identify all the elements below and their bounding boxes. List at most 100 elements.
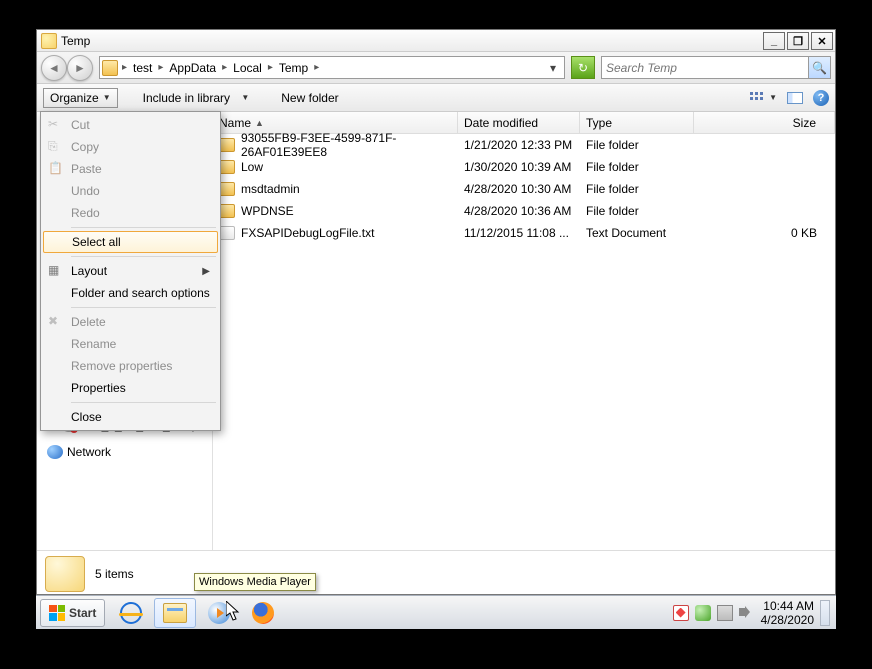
menu-close[interactable]: Close <box>43 406 218 428</box>
start-label: Start <box>69 606 96 620</box>
sidebar-item-network[interactable]: Network <box>37 442 212 461</box>
file-date: 1/21/2020 12:33 PM <box>464 138 586 152</box>
file-date: 1/30/2020 10:39 AM <box>464 160 586 174</box>
submenu-arrow-icon: ▶ <box>202 266 210 277</box>
organize-button[interactable]: Organize▼ <box>43 88 118 108</box>
address-bar-row: ◄ ► ▸ test ▸ AppData ▸ Local ▸ Temp ▸ ▾ … <box>37 52 835 84</box>
refresh-button[interactable]: ↻ <box>571 56 595 79</box>
folder-icon <box>219 160 235 174</box>
clock-time: 10:44 AM <box>761 599 814 613</box>
file-row[interactable]: WPDNSE4/28/2020 10:36 AMFile folder <box>213 200 835 222</box>
file-row[interactable]: Low1/30/2020 10:39 AMFile folder <box>213 156 835 178</box>
column-name[interactable]: Name▲ <box>213 112 458 133</box>
menu-paste[interactable]: 📋Paste <box>43 158 218 180</box>
menu-delete[interactable]: ✖Delete <box>43 311 218 333</box>
network-icon <box>47 445 63 459</box>
file-type: File folder <box>586 138 700 152</box>
menu-cut[interactable]: ✂Cut <box>43 114 218 136</box>
file-name: 93055FB9-F3EE-4599-871F-26AF01E39EE8 <box>241 131 464 159</box>
nav-forward-button[interactable]: ► <box>67 55 93 81</box>
menu-copy[interactable]: ⎘Copy <box>43 136 218 158</box>
file-size: 0 KB <box>700 226 835 240</box>
tray-volume-icon[interactable] <box>739 605 755 621</box>
file-name: FXSAPIDebugLogFile.txt <box>241 226 464 240</box>
menu-folder-options[interactable]: Folder and search options <box>43 282 218 304</box>
address-dropdown-icon[interactable]: ▾ <box>544 61 562 75</box>
menu-select-all[interactable]: Select all <box>43 231 218 253</box>
address-box[interactable]: ▸ test ▸ AppData ▸ Local ▸ Temp ▸ ▾ <box>99 56 565 79</box>
column-date[interactable]: Date modified <box>458 112 580 133</box>
system-tray[interactable]: 10:44 AM 4/28/2020 <box>673 599 836 627</box>
column-size[interactable]: Size <box>694 112 835 133</box>
details-pane: 5 items <box>37 550 835 596</box>
file-list[interactable]: Name▲ Date modified Type Size 93055FB9-F… <box>213 112 835 550</box>
organize-label: Organize <box>50 91 99 105</box>
show-desktop-button[interactable] <box>820 600 830 626</box>
file-type: File folder <box>586 160 700 174</box>
item-count-label: 5 items <box>95 567 134 581</box>
file-name: WPDNSE <box>241 204 464 218</box>
preview-pane-button[interactable] <box>787 92 803 104</box>
search-icon[interactable]: 🔍 <box>808 57 830 78</box>
menu-undo[interactable]: Undo <box>43 180 218 202</box>
windows-logo-icon <box>49 605 65 621</box>
breadcrumb-segment[interactable]: test <box>127 57 158 78</box>
file-type: File folder <box>586 182 700 196</box>
delete-icon: ✖ <box>48 314 64 330</box>
clock-date: 4/28/2020 <box>761 613 814 627</box>
taskbar-clock[interactable]: 10:44 AM 4/28/2020 <box>761 599 814 627</box>
search-box[interactable]: 🔍 <box>601 56 831 79</box>
toolbar: Organize▼ Include in library ▼ New folde… <box>37 84 835 112</box>
maximize-button[interactable]: ❐ <box>787 32 809 50</box>
ie-icon <box>120 602 142 624</box>
view-options-button[interactable]: ▼ <box>750 92 777 104</box>
new-folder-button[interactable]: New folder <box>274 88 345 108</box>
title-bar[interactable]: Temp _ ❐ ✕ <box>37 30 835 52</box>
folder-icon <box>219 138 235 152</box>
tray-network-icon[interactable] <box>717 605 733 621</box>
folder-icon <box>45 556 85 592</box>
menu-redo[interactable]: Redo <box>43 202 218 224</box>
window-title: Temp <box>61 34 90 48</box>
include-in-library-button[interactable]: Include in library ▼ <box>136 88 257 108</box>
menu-remove-properties[interactable]: Remove properties <box>43 355 218 377</box>
taskbar-ie[interactable] <box>110 598 152 628</box>
tray-removable-icon[interactable] <box>695 605 711 621</box>
file-name: msdtadmin <box>241 182 464 196</box>
nav-back-button[interactable]: ◄ <box>41 55 67 81</box>
file-date: 4/28/2020 10:30 AM <box>464 182 586 196</box>
taskbar-explorer[interactable] <box>154 598 196 628</box>
column-type[interactable]: Type <box>580 112 694 133</box>
close-button[interactable]: ✕ <box>811 32 833 50</box>
chevron-right-icon[interactable]: ▸ <box>314 62 319 73</box>
sidebar-item-label: Network <box>67 445 111 459</box>
file-row[interactable]: FXSAPIDebugLogFile.txt11/12/2015 11:08 .… <box>213 222 835 244</box>
search-input[interactable] <box>602 61 808 75</box>
folder-icon <box>102 60 118 76</box>
taskbar-firefox[interactable] <box>242 598 284 628</box>
breadcrumb-segment[interactable]: Local <box>227 57 268 78</box>
taskbar[interactable]: Start 10:44 AM 4/28/2020 <box>36 595 836 629</box>
menu-properties[interactable]: Properties <box>43 377 218 399</box>
file-date: 11/12/2015 11:08 ... <box>464 226 586 240</box>
file-row[interactable]: 93055FB9-F3EE-4599-871F-26AF01E39EE81/21… <box>213 134 835 156</box>
file-row[interactable]: msdtadmin4/28/2020 10:30 AMFile folder <box>213 178 835 200</box>
breadcrumb-segment[interactable]: Temp <box>273 57 314 78</box>
folder-icon <box>219 204 235 218</box>
sort-asc-icon: ▲ <box>255 118 264 128</box>
newfolder-label: New folder <box>281 91 338 105</box>
firefox-icon <box>252 602 274 624</box>
start-button[interactable]: Start <box>40 599 105 627</box>
menu-rename[interactable]: Rename <box>43 333 218 355</box>
paste-icon: 📋 <box>48 161 64 177</box>
file-type: Text Document <box>586 226 700 240</box>
help-icon[interactable]: ? <box>813 90 829 106</box>
include-label: Include in library <box>143 91 230 105</box>
tray-security-icon[interactable] <box>673 605 689 621</box>
minimize-button[interactable]: _ <box>763 32 785 50</box>
layout-icon: ▦ <box>48 263 64 279</box>
breadcrumb-segment[interactable]: AppData <box>163 57 222 78</box>
taskbar-wmp[interactable] <box>198 598 240 628</box>
file-type: File folder <box>586 204 700 218</box>
menu-layout[interactable]: ▦Layout▶ <box>43 260 218 282</box>
